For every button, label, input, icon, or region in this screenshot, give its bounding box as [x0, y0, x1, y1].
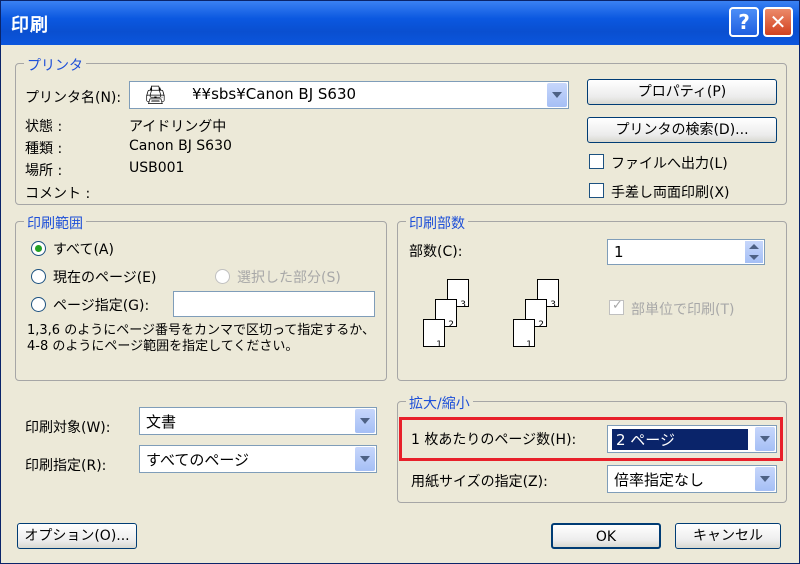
print-what-label: 印刷対象(W):: [25, 420, 111, 436]
chevron-down-icon[interactable]: [355, 447, 375, 471]
chevron-down-icon[interactable]: [355, 409, 375, 433]
copies-spinner-icon[interactable]: [745, 241, 763, 263]
where-value: USB001: [129, 160, 185, 176]
print-what-value: 文書: [146, 413, 177, 431]
collate-checkbox[interactable]: [609, 298, 624, 315]
printer-name-select[interactable]: 🖨 ¥¥sbs¥Canon BJ S630: [129, 81, 569, 109]
chevron-down-icon[interactable]: [547, 83, 567, 107]
help-button[interactable]: ?: [729, 7, 759, 37]
copies-count-input[interactable]: 1: [607, 239, 765, 265]
pages-per-sheet-select[interactable]: 2 ページ: [607, 425, 777, 453]
page-icon: 1: [513, 319, 535, 350]
page-range-group-label: 印刷範囲: [24, 213, 86, 233]
status-label: 状態 :: [25, 119, 63, 135]
zoom-group-label: 拡大/縮小: [406, 393, 473, 413]
print-to-file-checkbox[interactable]: [589, 154, 604, 169]
range-pages-radio[interactable]: [31, 297, 46, 312]
range-selection-label[interactable]: 選択した部分(S): [237, 267, 341, 287]
status-value: アイドリング中: [129, 119, 227, 135]
printer-icon: 🖨: [144, 85, 167, 106]
manual-duplex-label[interactable]: 手差し両面印刷(X): [611, 182, 730, 202]
range-current-radio[interactable]: [31, 269, 46, 284]
print-to-file-label[interactable]: ファイルへ出力(L): [611, 153, 728, 173]
find-printer-button[interactable]: プリンタの検索(D)...: [587, 117, 777, 143]
cancel-button[interactable]: キャンセル: [675, 523, 781, 549]
close-button[interactable]: ✕: [763, 7, 793, 37]
type-value: Canon BJ S630: [129, 138, 232, 154]
page-icon: 1: [423, 319, 445, 350]
where-label: 場所 :: [25, 163, 63, 179]
window-title: 印刷: [11, 15, 49, 36]
scale-select[interactable]: 倍率指定なし: [607, 465, 777, 493]
range-all-radio[interactable]: [31, 241, 46, 256]
print-spec-value: すべてのページ: [146, 451, 250, 469]
copies-count-label: 部数(C):: [409, 244, 463, 260]
ok-button[interactable]: OK: [551, 523, 661, 549]
type-label: 種類 :: [25, 141, 63, 157]
copies-group-label: 印刷部数: [406, 213, 468, 233]
print-dialog: 印刷 ? ✕ プリンタ プリンタ名(N): 🖨 ¥¥sbs¥Canon BJ S…: [0, 0, 800, 564]
range-all-label[interactable]: すべて(A): [53, 239, 114, 259]
scale-label: 用紙サイズの指定(Z):: [411, 474, 548, 490]
copies-count-value: 1: [614, 243, 624, 261]
print-what-select[interactable]: 文書: [139, 407, 377, 435]
print-spec-label: 印刷指定(R):: [25, 458, 107, 474]
page-range-hint: 1,3,6 のようにページ番号をカンマで区切って指定するか、4-8 のようにペー…: [27, 323, 376, 354]
range-selection-radio[interactable]: [215, 269, 230, 284]
range-pages-label[interactable]: ページ指定(G):: [53, 295, 149, 315]
comment-label: コメント :: [25, 186, 91, 202]
printer-name-value: ¥¥sbs¥Canon BJ S630: [192, 85, 357, 103]
collate-label[interactable]: 部単位で印刷(T): [631, 299, 734, 319]
printer-name-label: プリンタ名(N):: [25, 90, 122, 106]
chevron-down-icon[interactable]: [755, 467, 775, 491]
properties-button[interactable]: プロパティ(P): [587, 79, 777, 105]
printer-group-label: プリンタ: [24, 55, 86, 75]
options-button[interactable]: オプション(O)...: [17, 523, 137, 549]
page-range-input[interactable]: [173, 291, 375, 317]
pages-per-sheet-value: 2 ページ: [612, 429, 748, 450]
chevron-down-icon[interactable]: [755, 427, 775, 451]
manual-duplex-checkbox[interactable]: [589, 183, 604, 198]
print-spec-select[interactable]: すべてのページ: [139, 445, 377, 473]
range-current-label[interactable]: 現在のページ(E): [53, 267, 157, 287]
pages-per-sheet-label: 1 枚あたりのページ数(H):: [411, 432, 577, 448]
title-bar[interactable]: 印刷 ? ✕: [1, 1, 799, 45]
scale-value: 倍率指定なし: [614, 471, 705, 489]
